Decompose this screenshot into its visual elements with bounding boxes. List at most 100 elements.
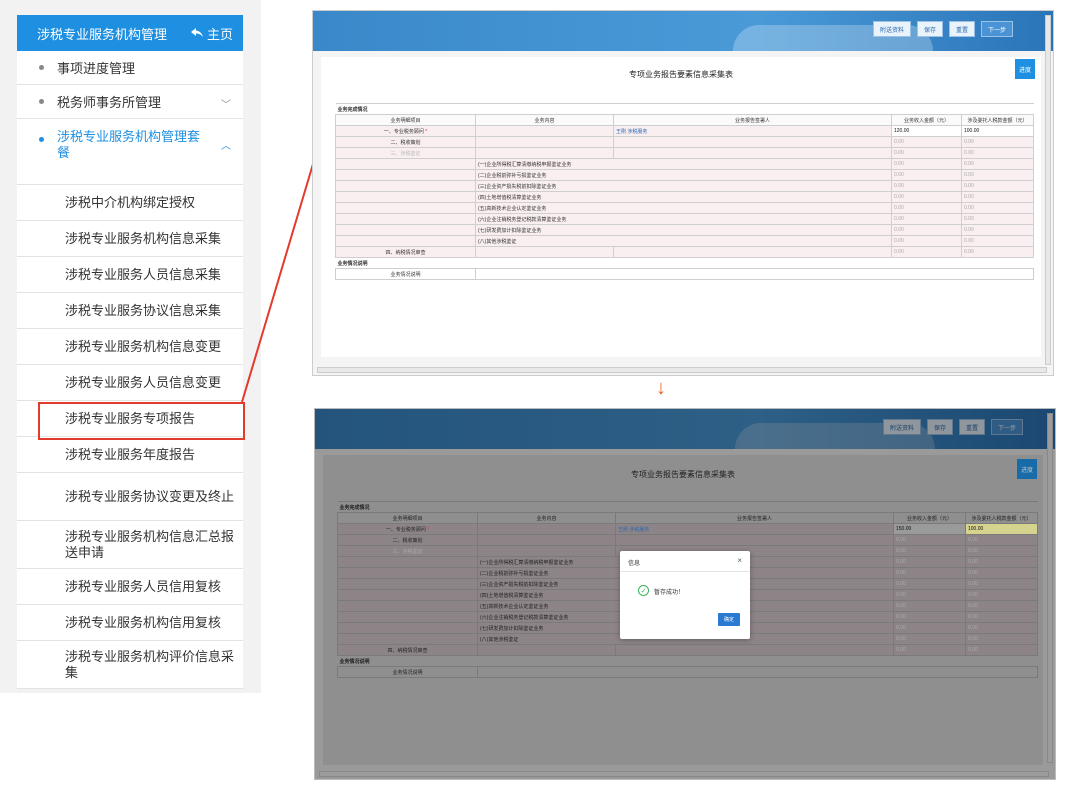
amount-cell: 0.00 — [960, 180, 1035, 192]
sidebar-title: 涉税专业服务机构管理 — [37, 26, 168, 42]
sidebar-subitem[interactable]: 涉税专业服务机构信息采集 — [17, 221, 243, 257]
sidebar-subitem[interactable]: 涉税专业服务机构信息变更 — [17, 329, 243, 365]
sidebar-subitem-label: 涉税专业服务机构信用复核 — [65, 614, 222, 630]
next-button[interactable]: 下一步 — [991, 419, 1024, 435]
row-label: 四、纳税情况审查 — [337, 644, 478, 656]
ok-button[interactable]: 确定 — [718, 613, 740, 626]
close-icon[interactable]: × — [737, 556, 742, 565]
sidebar-subitem-label: 涉税中介机构绑定授权 — [65, 194, 196, 210]
col-header: 涉及委托人税款金额（元） — [960, 114, 1035, 126]
toolbar: 附送资料 保存 重置 下一步 — [873, 21, 1014, 39]
income-input[interactable]: 150.00 — [893, 523, 966, 535]
sidebar-subitem-special-report[interactable]: 涉税专业服务专项报告 — [17, 401, 245, 440]
sidebar-subitem-label: 涉税专业服务机构信息采集 — [65, 230, 222, 246]
attach-button[interactable]: 附送资料 — [873, 21, 912, 37]
amount-cell: 0.00 — [891, 224, 962, 236]
attach-button[interactable]: 附送资料 — [883, 419, 922, 435]
table-row: (一)企业所得税汇算清缴纳税申报鉴证业务 0.00 0.00 — [335, 158, 1035, 170]
amount-cell: 0.00 — [960, 191, 1035, 203]
amount-cell: 0.00 — [964, 622, 1039, 634]
sidebar-subitem[interactable]: 涉税专业服务人员信用复核 — [17, 569, 243, 605]
amount-cell: 0.00 — [891, 191, 962, 203]
col-header: 业务内容 — [477, 512, 616, 524]
col-header: 涉及委托人税款金额（元） — [964, 512, 1039, 524]
col-header: 业务明细项目 — [337, 512, 478, 524]
col-header: 业务收入金额（元） — [893, 512, 966, 524]
sidebar-subitem-label: 涉税专业服务协议变更及终止 — [65, 488, 235, 504]
sub-row-label: (二)企业税前弥补亏损鉴证业务 — [475, 169, 892, 181]
check-circle-icon: ✓ — [638, 585, 649, 596]
sidebar-item-tax-firm[interactable]: 税务师事务所管理 ﹀ — [17, 85, 243, 119]
col-header: 业务报告签署人 — [615, 512, 894, 524]
sidebar-subitem[interactable]: 涉税专业服务年度报告 — [17, 437, 243, 473]
col-header: 业务内容 — [475, 114, 614, 126]
amount-cell: 0.00 — [964, 600, 1039, 612]
amount-cell: 0.00 — [960, 213, 1035, 225]
form-title: 专项业务报告要素信息采集表 — [631, 470, 735, 479]
client-amount-input[interactable]: 100.00 — [964, 523, 1039, 535]
row-label: 一、专业税务顾问 — [337, 523, 478, 535]
amount-cell: 0.00 — [964, 589, 1039, 601]
client-amount-input[interactable]: 100.00 — [960, 125, 1035, 137]
sidebar-subitem-label: 涉税专业服务机构信息变更 — [65, 338, 222, 354]
reset-button[interactable]: 重置 — [959, 419, 986, 435]
sidebar: 涉税专业服务机构管理 主页 事项进度管理 税务师事务所管理 ﹀ 涉税专业服务机构… — [0, 0, 261, 693]
table-row: (二)企业税前弥补亏损鉴证业务 0.00 0.00 — [335, 169, 1035, 181]
amount-cell: 0.00 — [891, 136, 962, 148]
vertical-scrollbar[interactable] — [1047, 413, 1053, 763]
save-button[interactable]: 保存 — [917, 21, 944, 37]
sidebar-subitem[interactable]: 涉税专业服务人员信息采集 — [17, 257, 243, 293]
desc-input[interactable] — [474, 268, 1035, 280]
row-label: 二、税收策划 — [335, 136, 476, 148]
sidebar-subitem[interactable]: 涉税专业服务机构评价信息采集 — [17, 641, 243, 689]
save-button[interactable]: 保存 — [927, 419, 954, 435]
sidebar-subitem-label: 涉税专业服务人员信息变更 — [65, 374, 222, 390]
home-arrow-icon — [190, 28, 203, 37]
sidebar-subitem[interactable]: 涉税专业服务协议信息采集 — [17, 293, 243, 329]
horizontal-scrollbar[interactable] — [317, 367, 1047, 373]
sub-row-label: (五)高新技术企业认定鉴证业务 — [475, 202, 892, 214]
amount-cell: 0.00 — [891, 147, 962, 159]
chevron-down-icon: ﹀ — [221, 99, 231, 111]
bullet-icon — [39, 64, 44, 70]
sidebar-subitem[interactable]: 涉税专业服务人员信息变更 — [17, 365, 243, 401]
table-row: 二、税收策划 0.00 0.00 — [335, 136, 1035, 148]
sub-row-label: (四)土地增值税清算鉴证业务 — [475, 191, 892, 203]
col-header: 业务报告签署人 — [613, 114, 892, 126]
table-row: 一、专业税务顾问 王刚 涉税服务 150.00 100.00 — [337, 523, 1039, 535]
submit-button[interactable]: 进度 — [1015, 59, 1035, 79]
sidebar-item-agency-package[interactable]: 涉税专业服务机构管理套餐 ︿ — [17, 119, 243, 185]
signer-select[interactable]: 王刚 涉税服务 — [615, 523, 894, 535]
horizontal-scrollbar[interactable] — [319, 771, 1049, 777]
row-label: 四、纳税情况审查 — [335, 246, 476, 258]
sidebar-item-label: 涉税专业服务机构管理套餐 — [57, 129, 201, 160]
amount-cell: 0.00 — [891, 169, 962, 181]
amount-cell: 0.00 — [891, 213, 962, 225]
sidebar-subitem-label: 涉税专业服务机构信息汇总报送申请 — [65, 528, 235, 560]
desc-input[interactable] — [476, 666, 1039, 678]
submit-button[interactable]: 进度 — [1017, 459, 1037, 479]
table-row: (四)土地增值税清算鉴证业务 0.00 0.00 — [335, 191, 1035, 203]
amount-cell: 0.00 — [964, 633, 1039, 645]
row-label: 三、涉税鉴证 — [335, 147, 476, 159]
sidebar-subitem[interactable]: 涉税中介机构绑定授权 — [17, 185, 243, 221]
section-title: 业务情况说明 — [335, 257, 1034, 269]
vertical-scrollbar[interactable] — [1045, 15, 1051, 365]
income-input[interactable]: 120.00 — [891, 125, 962, 137]
sidebar-menu: 事项进度管理 税务师事务所管理 ﹀ 涉税专业服务机构管理套餐 ︿ 涉税中介机构绑… — [17, 51, 245, 689]
signer-select[interactable]: 王刚 涉税服务 — [613, 125, 892, 137]
amount-cell: 0.00 — [891, 202, 962, 214]
amount-cell: 0.00 — [891, 158, 962, 170]
sidebar-subitem[interactable]: 涉税专业服务协议变更及终止 — [17, 473, 243, 521]
sidebar-subitem[interactable]: 涉税专业服务机构信息汇总报送申请 — [17, 521, 243, 569]
chevron-up-icon: ︿ — [221, 141, 231, 152]
sidebar-subitem-label: 涉税专业服务协议信息采集 — [65, 302, 222, 318]
sidebar-subitem[interactable]: 涉税专业服务机构信用复核 — [17, 605, 243, 641]
sidebar-item-progress[interactable]: 事项进度管理 — [17, 51, 243, 85]
amount-cell: 0.00 — [893, 589, 966, 601]
report-table: 业务完成情况 业务明细项目 业务内容 业务报告签署人 业务收入金额（元） 涉及委… — [335, 103, 1035, 280]
next-button[interactable]: 下一步 — [981, 21, 1014, 37]
amount-cell: 0.00 — [960, 158, 1035, 170]
reset-button[interactable]: 重置 — [949, 21, 976, 37]
home-link[interactable]: 主页 — [190, 24, 233, 43]
